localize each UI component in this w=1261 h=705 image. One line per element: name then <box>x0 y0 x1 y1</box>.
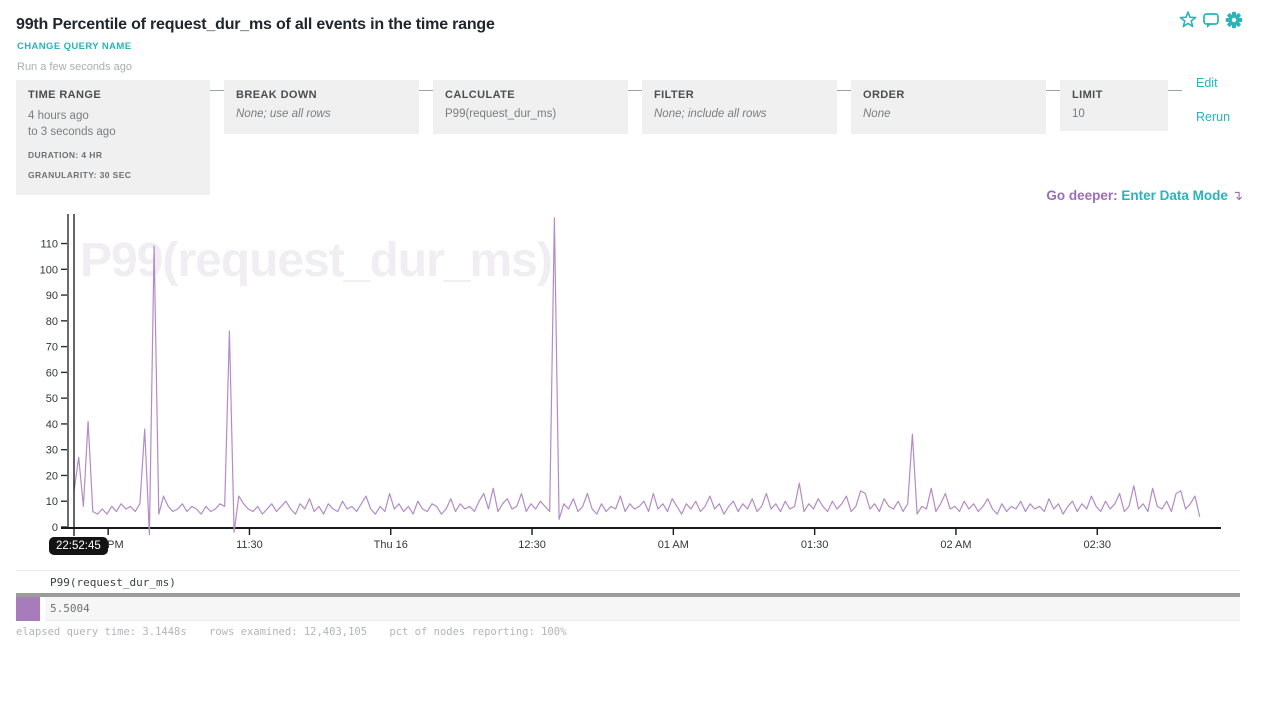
timeseries-chart[interactable]: P99(request_dur_ms) 0 10 20 30 40 50 60 70 80 90 10… <box>0 210 1261 560</box>
x-tick-label: 01:30 <box>801 539 829 551</box>
data-mode-arrow-icon: ↴ <box>1232 188 1243 203</box>
panel-value: P99(request_dur_ms) <box>445 108 616 120</box>
x-tick-label: 11:30 <box>236 539 263 551</box>
panel-filter[interactable]: FILTER None; include all rows <box>642 80 837 134</box>
panel-label: FILTER <box>654 89 825 101</box>
result-value: 5.5004 <box>45 602 90 615</box>
query-stats: elapsed query time: 3.1448s rows examine… <box>16 626 582 638</box>
y-tick-label: 90 <box>46 290 58 302</box>
y-tick-label: 110 <box>40 239 58 251</box>
panel-label: BREAK DOWN <box>236 89 407 101</box>
panel-break-down[interactable]: BREAK DOWN None; use all rows <box>224 80 419 134</box>
enter-data-mode-link[interactable]: Enter Data Mode <box>1121 188 1228 203</box>
panel-value: 10 <box>1072 108 1156 120</box>
panel-label: CALCULATE <box>445 89 616 101</box>
panel-value: None; include all rows <box>654 108 825 120</box>
panel-limit[interactable]: LIMIT 10 <box>1060 80 1168 131</box>
edit-query-link[interactable]: Edit <box>1196 76 1218 90</box>
x-tick-label: Thu 16 <box>374 539 408 551</box>
panel-label: TIME RANGE <box>28 89 198 101</box>
panel-connector <box>628 90 642 91</box>
time-cursor-tooltip: 22:52:45 <box>49 537 108 555</box>
y-tick-label: 30 <box>46 445 58 457</box>
results-column-header[interactable]: P99(request_dur_ms) <box>45 576 176 589</box>
query-builder: TIME RANGE 4 hours ago to 3 seconds ago … <box>16 80 1182 195</box>
go-deeper-prefix: Go deeper: <box>1046 188 1117 203</box>
time-range-granularity: GRANULARITY: 30 SEC <box>28 170 198 180</box>
time-range-duration: DURATION: 4 HR <box>28 150 198 160</box>
panel-connector <box>1046 90 1060 91</box>
x-tick-label: 01 AM <box>658 539 689 551</box>
panel-time-range[interactable]: TIME RANGE 4 hours ago to 3 seconds ago … <box>16 80 210 195</box>
pct-nodes-reporting: pct of nodes reporting: 100% <box>389 626 566 638</box>
y-tick-label: 20 <box>46 470 58 482</box>
panel-connector <box>1168 90 1182 91</box>
y-tick-label: 10 <box>46 496 58 508</box>
time-range-end: to 3 seconds ago <box>28 124 198 140</box>
y-tick-label: 100 <box>40 264 58 276</box>
panel-value: None <box>863 108 1034 120</box>
page-title: 99th Percentile of request_dur_ms of all… <box>16 16 495 34</box>
results-header-row: P99(request_dur_ms) <box>16 570 1240 593</box>
panel-connector <box>837 90 851 91</box>
y-tick-label: 50 <box>46 393 58 405</box>
go-deeper: Go deeper: Enter Data Mode ↴ <box>1046 188 1243 204</box>
toolbar <box>1179 11 1243 29</box>
y-tick-label: 60 <box>46 367 58 379</box>
time-range-start: 4 hours ago <box>28 108 198 124</box>
rows-examined: rows examined: 12,403,105 <box>209 626 367 638</box>
panel-value: None; use all rows <box>236 108 407 120</box>
x-tick-label: 02:30 <box>1083 539 1111 551</box>
panel-label: ORDER <box>863 89 1034 101</box>
panel-label: LIMIT <box>1072 89 1156 101</box>
x-tick-label: 02 AM <box>940 539 971 551</box>
y-tick-label: 70 <box>46 342 58 354</box>
y-tick-label: 80 <box>46 316 58 328</box>
panel-order[interactable]: ORDER None <box>851 80 1046 134</box>
x-tick-label: 12:30 <box>518 539 546 551</box>
rerun-query-link[interactable]: Rerun <box>1196 110 1230 124</box>
panel-calculate[interactable]: CALCULATE P99(request_dur_ms) <box>433 80 628 134</box>
gear-icon[interactable] <box>1225 11 1243 29</box>
comment-icon[interactable] <box>1202 11 1220 29</box>
results-table: P99(request_dur_ms) 5.5004 <box>16 570 1240 621</box>
panel-connector <box>210 90 224 91</box>
query-results-page: 99th Percentile of request_dur_ms of all… <box>0 0 1261 705</box>
chart-watermark: P99(request_dur_ms) <box>80 234 552 287</box>
elapsed-query-time: elapsed query time: 3.1448s <box>16 626 187 638</box>
panel-connector <box>419 90 433 91</box>
table-row[interactable]: 5.5004 <box>16 597 1240 621</box>
swatch-header-cell <box>16 571 40 593</box>
y-tick-label: 0 <box>52 522 58 534</box>
y-tick-label: 40 <box>46 419 58 431</box>
star-icon[interactable] <box>1179 11 1197 29</box>
change-query-name-link[interactable]: CHANGE QUERY NAME <box>17 41 131 52</box>
run-status-text: Run a few seconds ago <box>17 61 132 73</box>
series-color-swatch <box>16 597 40 621</box>
